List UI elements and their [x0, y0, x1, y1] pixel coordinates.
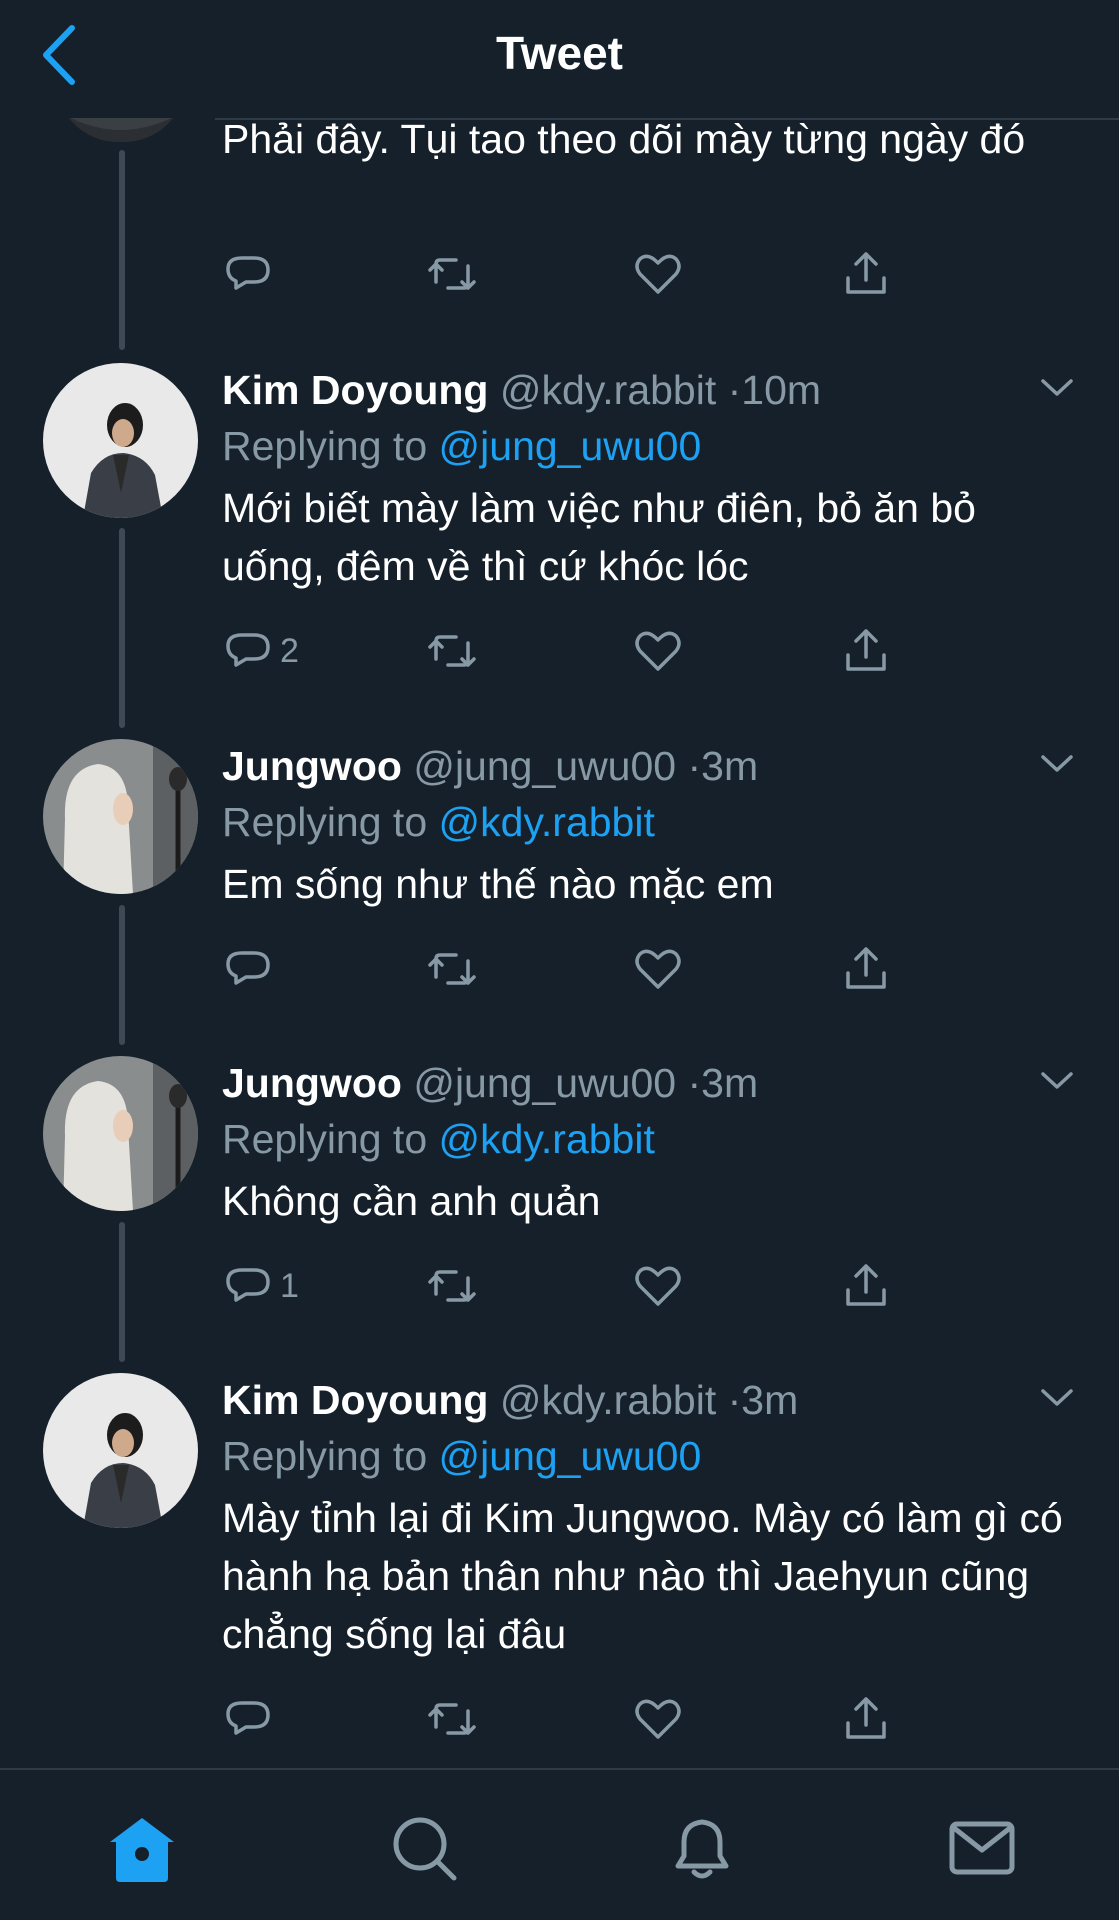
chevron-down-icon[interactable]	[1040, 377, 1074, 399]
heart-icon	[635, 1699, 681, 1739]
retweet-icon	[428, 953, 476, 985]
retweet-button[interactable]	[426, 1258, 478, 1314]
reply-count: 2	[280, 631, 299, 670]
retweet-icon	[428, 1270, 476, 1302]
like-button[interactable]	[632, 623, 684, 679]
mail-icon	[949, 1821, 1015, 1875]
separator: ·	[687, 743, 702, 789]
user-handle[interactable]: @kdy.rabbit	[500, 1377, 716, 1423]
avatar[interactable]	[43, 1056, 198, 1211]
heart-icon	[635, 949, 681, 989]
reply-button[interactable]: 1	[222, 1258, 299, 1314]
user-handle[interactable]: @jung_uwu00	[413, 1060, 676, 1106]
share-button[interactable]	[840, 1258, 892, 1314]
replying-label: Replying to	[222, 799, 428, 845]
reply-icon	[226, 951, 270, 985]
reply-button[interactable]: 2	[222, 623, 299, 679]
heart-icon	[635, 631, 681, 671]
timestamp: 3m	[741, 1377, 799, 1423]
tweet-text: Phải đây. Tụi tao theo dõi mày từng ngày…	[222, 116, 1026, 162]
page-title: Tweet	[496, 27, 623, 79]
like-button[interactable]	[632, 246, 684, 302]
top-bar: Tweet	[0, 0, 1119, 118]
replying-label: Replying to	[222, 1433, 428, 1479]
reply-icon	[226, 1701, 270, 1735]
search-icon	[393, 1817, 457, 1881]
thread-line	[119, 150, 125, 350]
reply-button[interactable]	[222, 1691, 280, 1747]
bell-icon	[675, 1819, 729, 1879]
replying-label: Replying to	[222, 423, 428, 469]
tab-home[interactable]	[102, 1808, 182, 1888]
tweet-text: Không cần anh quản	[222, 1178, 601, 1224]
like-button[interactable]	[632, 1691, 684, 1747]
user-name[interactable]: Jungwoo	[222, 1060, 402, 1106]
replying-label: Replying to	[222, 1116, 428, 1162]
tweet-text: Mới biết mày làm việc như điên, bỏ ăn bỏ…	[222, 485, 976, 589]
share-icon	[846, 252, 886, 294]
thread-line	[119, 1222, 125, 1362]
timestamp: 10m	[741, 367, 822, 413]
mention-link[interactable]: @jung_uwu00	[439, 423, 702, 469]
share-icon	[846, 947, 886, 989]
thread-line	[119, 528, 125, 728]
retweet-icon	[428, 258, 476, 290]
chevron-down-icon[interactable]	[1040, 1070, 1074, 1092]
replying-to: Replying to @jung_uwu00	[222, 421, 701, 471]
mention-link[interactable]: @jung_uwu00	[439, 1433, 702, 1479]
reply-icon	[226, 1268, 270, 1302]
tab-notifications[interactable]	[662, 1808, 742, 1888]
avatar[interactable]	[43, 739, 198, 894]
mention-link[interactable]: @kdy.rabbit	[439, 1116, 655, 1162]
timestamp: 3m	[701, 743, 759, 789]
replying-to: Replying to @kdy.rabbit	[222, 1114, 655, 1164]
avatar[interactable]	[43, 363, 198, 518]
like-button[interactable]	[632, 941, 684, 997]
reply-count: 1	[280, 1266, 299, 1305]
retweet-icon	[428, 1703, 476, 1735]
share-button[interactable]	[840, 941, 892, 997]
chevron-down-icon[interactable]	[1040, 753, 1074, 775]
user-name[interactable]: Kim Doyoung	[222, 1377, 488, 1423]
avatar[interactable]	[43, 1373, 198, 1528]
heart-icon	[635, 254, 681, 294]
share-button[interactable]	[840, 623, 892, 679]
retweet-icon	[428, 635, 476, 667]
share-button[interactable]	[840, 246, 892, 302]
replying-to: Replying to @kdy.rabbit	[222, 797, 655, 847]
chevron-down-icon[interactable]	[1040, 1387, 1074, 1409]
tweet-text: Mày tỉnh lại đi Kim Jungwoo. Mày có làm …	[222, 1495, 1063, 1657]
reply-button[interactable]	[222, 941, 280, 997]
separator: ·	[727, 367, 742, 413]
user-name[interactable]: Jungwoo	[222, 743, 402, 789]
retweet-button[interactable]	[426, 1691, 478, 1747]
tab-messages[interactable]	[942, 1808, 1022, 1888]
reply-icon	[226, 256, 270, 290]
tweet-text: Em sống như thế nào mặc em	[222, 861, 774, 907]
like-button[interactable]	[632, 1258, 684, 1314]
mention-link[interactable]: @kdy.rabbit	[439, 799, 655, 845]
tab-search[interactable]	[384, 1808, 464, 1888]
user-handle[interactable]: @jung_uwu00	[413, 743, 676, 789]
share-button[interactable]	[840, 1691, 892, 1747]
user-handle[interactable]: @kdy.rabbit	[500, 367, 716, 413]
home-icon	[110, 1818, 174, 1882]
retweet-button[interactable]	[426, 941, 478, 997]
user-name[interactable]: Kim Doyoung	[222, 367, 488, 413]
retweet-button[interactable]	[426, 623, 478, 679]
reply-icon	[226, 633, 270, 667]
timestamp: 3m	[701, 1060, 759, 1106]
separator: ·	[687, 1060, 702, 1106]
retweet-button[interactable]	[426, 246, 478, 302]
share-icon	[846, 1264, 886, 1306]
reply-button[interactable]	[222, 246, 274, 302]
share-icon	[846, 1697, 886, 1739]
thread-line	[119, 905, 125, 1045]
share-icon	[846, 629, 886, 671]
tab-bar	[0, 1770, 1119, 1920]
separator: ·	[727, 1377, 742, 1423]
heart-icon	[635, 1266, 681, 1306]
replying-to: Replying to @jung_uwu00	[222, 1431, 701, 1481]
